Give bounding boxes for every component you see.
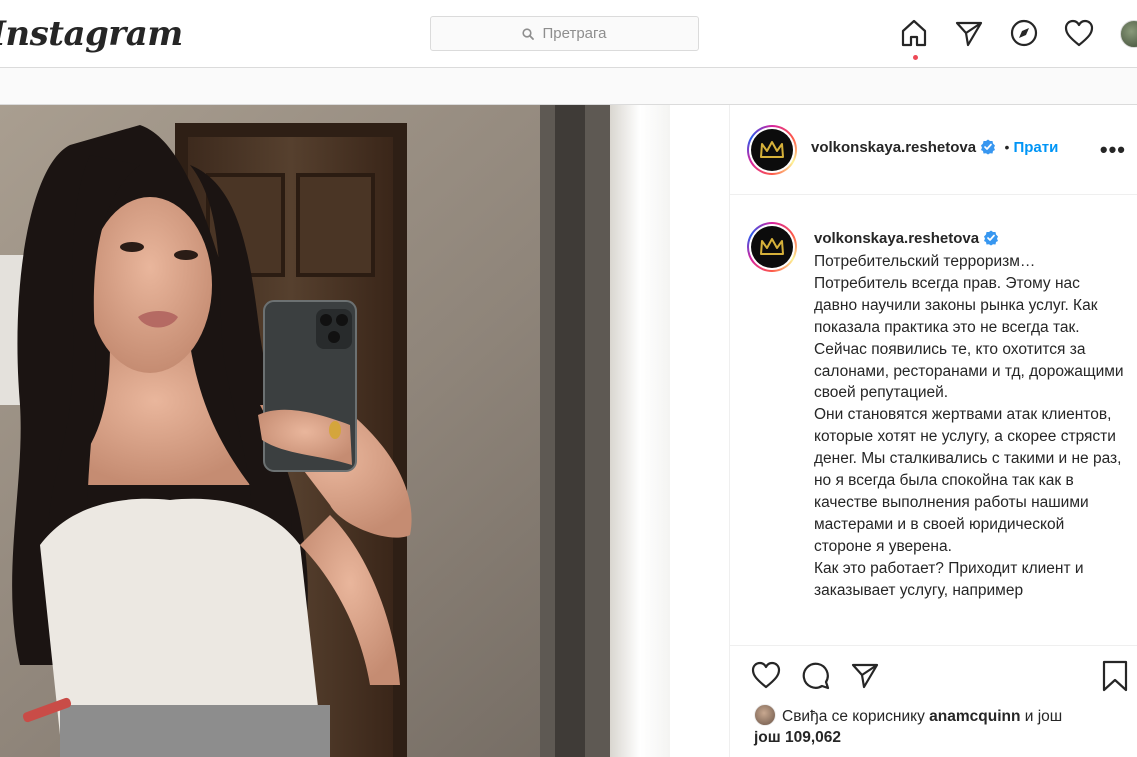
profile-avatar[interactable] [1120,20,1137,48]
crown-logo-icon [760,141,784,158]
author-line: volkonskaya.reshetova • Прати [811,139,1058,157]
search-placeholder: Претрага [542,25,607,42]
caption-author-username[interactable]: volkonskaya.reshetova [814,230,979,247]
explore-compass-icon[interactable] [1008,17,1040,49]
liker-username[interactable]: anamcquinn [929,708,1020,725]
post-actions: Свиђа се кориснику anamcquinn и још још … [730,645,1137,757]
liker-avatar[interactable] [754,704,776,726]
author-avatar[interactable] [747,125,797,175]
verified-badge-icon [981,139,996,155]
likes-prefix: Свиђа се кориснику [782,708,925,725]
post-side-panel: volkonskaya.reshetova • Прати ••• volkons… [729,105,1137,757]
caption-author-avatar[interactable] [747,222,797,272]
likes-summary: Свиђа се кориснику anamcquinn и још још … [754,704,1134,748]
more-options-icon[interactable]: ••• [1100,137,1126,163]
separator-dot: • [1004,139,1010,155]
comment-icon[interactable] [800,660,832,695]
notification-dot [913,55,918,60]
home-icon[interactable] [898,17,930,49]
crown-logo-icon [760,238,784,255]
likes-count[interactable]: још 109,062 [754,729,841,746]
caption-text: Потребительский терроризм… Потребитель в… [814,253,1124,599]
follow-button[interactable]: Прати [1013,139,1058,156]
direct-message-icon[interactable] [953,17,985,49]
save-bookmark-icon[interactable] [1101,660,1129,697]
likes-mid: и још [1024,708,1063,725]
top-navigation-bar: Instagram Претрага [0,0,1137,68]
post-photo[interactable] [0,105,729,757]
search-input[interactable]: Претрага [430,16,699,51]
post-header: volkonskaya.reshetova • Прати ••• [730,105,1137,195]
share-icon[interactable] [850,660,880,695]
post-container: volkonskaya.reshetova • Прати ••• volkons… [0,104,1137,757]
caption-scroll-area[interactable]: volkonskaya.reshetova Потребительский те… [730,196,1137,644]
search-icon [522,27,535,40]
caption-author-line: volkonskaya.reshetova [814,230,999,248]
selfie-image [0,105,729,757]
like-heart-icon[interactable] [750,660,782,695]
instagram-logo[interactable]: Instagram [0,14,183,54]
activity-heart-icon[interactable] [1063,17,1095,49]
verified-badge-icon [984,230,999,246]
author-username[interactable]: volkonskaya.reshetova [811,139,976,156]
